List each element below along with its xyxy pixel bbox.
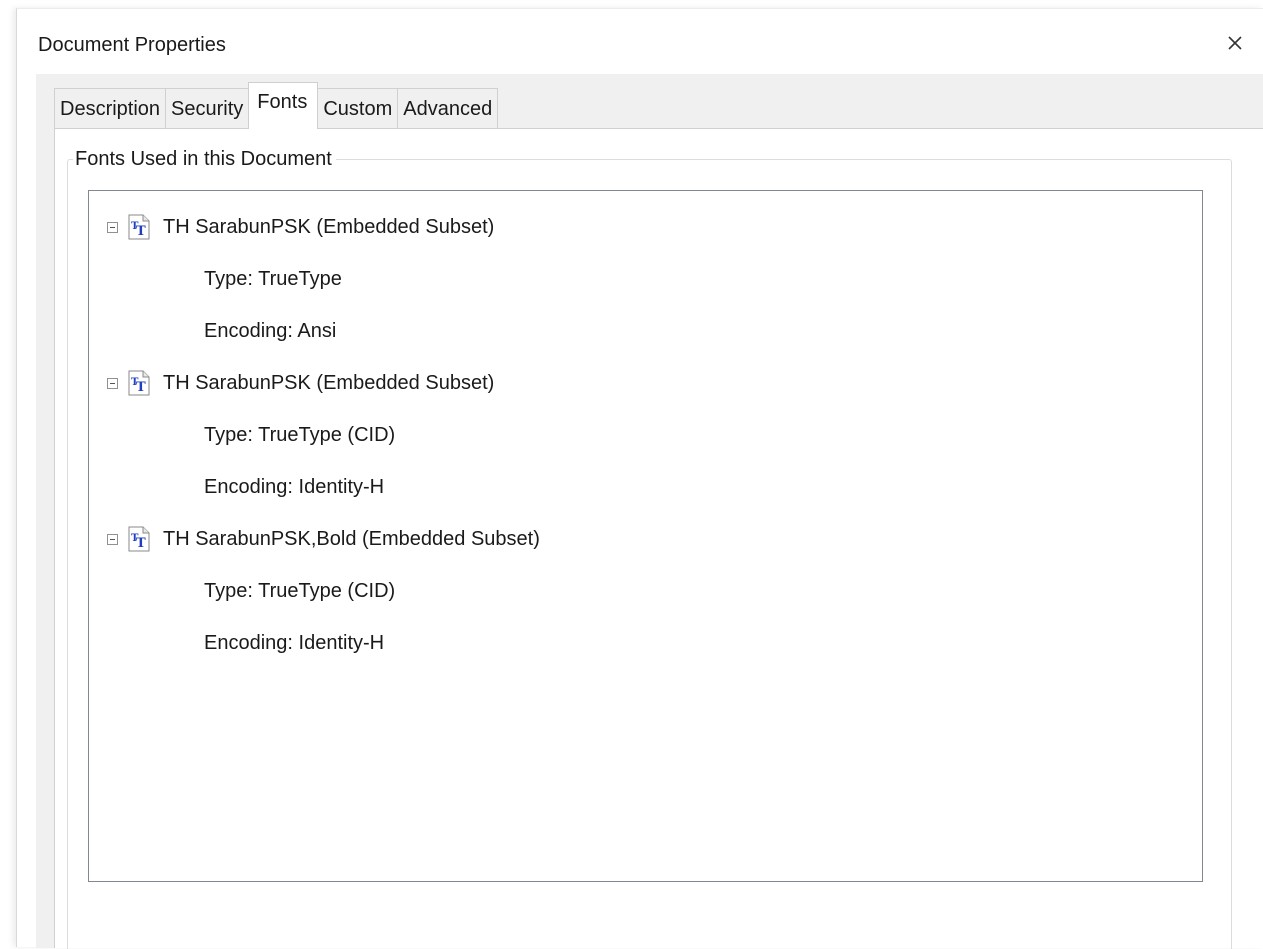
close-button[interactable] — [1221, 29, 1249, 57]
font-node: T T TH SarabunPSK (Embedded Subset) Type… — [89, 357, 540, 513]
font-name: TH SarabunPSK (Embedded Subset) — [163, 215, 495, 238]
font-type: Type: TrueType (CID) — [204, 579, 396, 602]
dialog-content: Description Security Fonts Custom Advanc… — [36, 74, 1263, 949]
font-type: Type: TrueType (CID) — [204, 423, 396, 446]
font-node-header[interactable]: T T TH SarabunPSK (Embedded Subset) — [89, 201, 540, 253]
collapse-toggle-icon[interactable] — [107, 377, 118, 389]
font-node-header[interactable]: T T TH SarabunPSK (Embedded Subset) — [89, 357, 540, 409]
title-bar: Document Properties — [17, 9, 1263, 73]
font-encoding: Encoding: Identity-H — [204, 475, 385, 498]
truetype-font-icon: T T — [126, 526, 152, 552]
svg-text:T: T — [136, 380, 146, 395]
collapse-toggle-icon[interactable] — [107, 221, 118, 233]
svg-text:T: T — [136, 536, 146, 551]
truetype-font-icon: T T — [126, 214, 152, 240]
document-properties-dialog: Document Properties Description Security… — [16, 8, 1263, 949]
tab-strip: Description Security Fonts Custom Advanc… — [54, 82, 499, 129]
svg-text:T: T — [136, 224, 146, 239]
tab-security[interactable]: Security — [165, 88, 250, 128]
tab-advanced[interactable]: Advanced — [397, 88, 499, 128]
font-node: T T TH SarabunPSK,Bold (Embedded Subset)… — [89, 513, 540, 669]
font-name: TH SarabunPSK (Embedded Subset) — [163, 371, 495, 394]
fonts-group-legend: Fonts Used in this Document — [73, 147, 336, 171]
font-node-header[interactable]: T T TH SarabunPSK,Bold (Embedded Subset) — [89, 513, 540, 565]
collapse-toggle-icon[interactable] — [107, 533, 118, 545]
fonts-tree-view[interactable]: T T TH SarabunPSK (Embedded Subset) Type… — [88, 190, 1203, 882]
font-encoding: Encoding: Ansi — [204, 319, 337, 342]
tab-custom[interactable]: Custom — [317, 88, 399, 128]
font-node: T T TH SarabunPSK (Embedded Subset) Type… — [89, 201, 540, 357]
font-name: TH SarabunPSK,Bold (Embedded Subset) — [163, 527, 540, 550]
font-type: Type: TrueType — [204, 267, 342, 290]
dialog-title: Document Properties — [38, 34, 226, 56]
close-icon — [1228, 36, 1242, 50]
fonts-tab-panel: Fonts Used in this Document T T TH Sarab… — [54, 128, 1263, 949]
font-encoding: Encoding: Identity-H — [204, 631, 385, 654]
fonts-tree-list: T T TH SarabunPSK (Embedded Subset) Type… — [89, 201, 540, 669]
truetype-font-icon: T T — [126, 370, 152, 396]
tab-description[interactable]: Description — [54, 88, 167, 128]
tab-fonts[interactable]: Fonts — [248, 82, 319, 129]
